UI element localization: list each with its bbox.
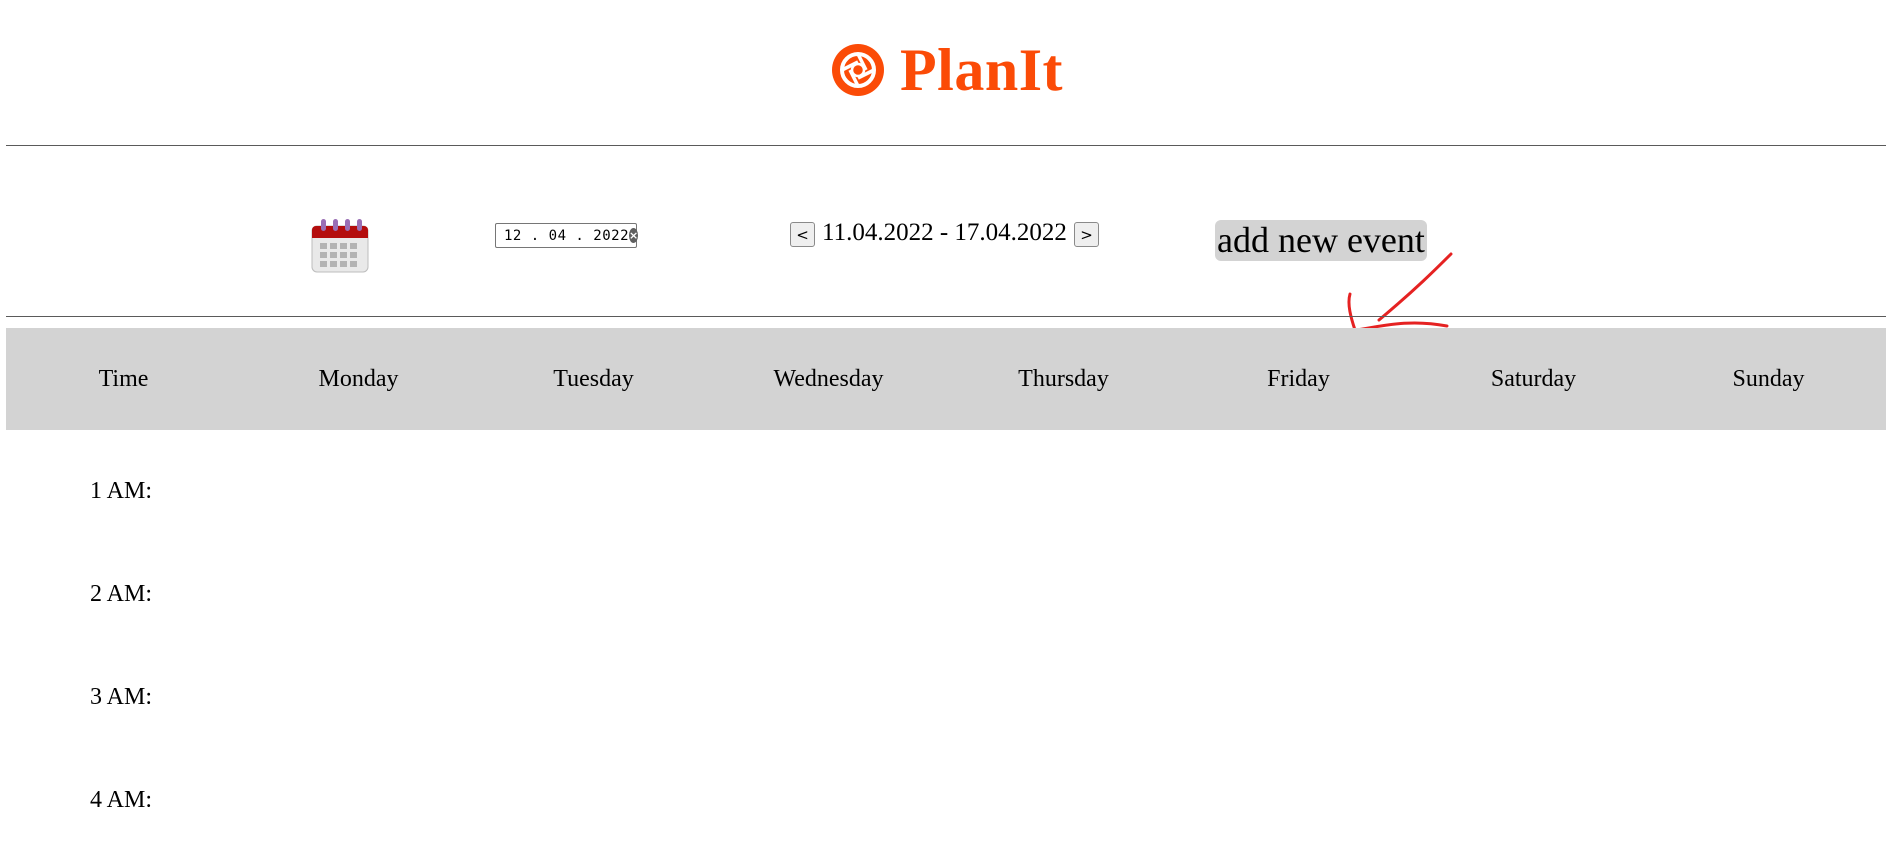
time-row: 4 AM: [6, 739, 1886, 842]
time-label: 1 AM: [90, 478, 153, 504]
time-label: 4 AM: [90, 787, 153, 813]
column-header-friday: Friday [1267, 366, 1330, 392]
column-header-wednesday: Wednesday [773, 366, 884, 392]
calendar-icon[interactable] [310, 216, 370, 274]
app-header: PlanIt [0, 0, 1892, 146]
aperture-icon [832, 44, 884, 96]
schedule-grid: 1 AM: 2 AM: 3 AM: 4 AM: [6, 430, 1886, 842]
prev-week-button[interactable]: < [790, 222, 815, 247]
column-header-saturday: Saturday [1490, 366, 1577, 392]
time-label: 3 AM: [90, 684, 153, 710]
app-title: PlanIt [900, 37, 1064, 103]
time-row: 2 AM: [6, 533, 1886, 636]
toolbar: 12 . 04 . 2022 × < 11.04.2022 - 17.04.20… [0, 146, 1892, 332]
column-header-time: Time [98, 366, 149, 392]
time-label: 2 AM: [90, 581, 153, 607]
date-input[interactable]: 12 . 04 . 2022 × [495, 223, 639, 248]
week-header: Time Monday Tuesday Wednesday Thursday F… [6, 328, 1886, 430]
time-row: 3 AM: [6, 636, 1886, 739]
date-input-value: 12 . 04 . 2022 [504, 227, 630, 244]
column-header-tuesday: Tuesday [553, 366, 634, 392]
column-header-thursday: Thursday [1018, 366, 1109, 392]
column-header-monday: Monday [318, 366, 399, 392]
column-header-sunday: Sunday [1732, 366, 1805, 392]
time-row: 1 AM: [6, 430, 1886, 533]
week-range-label: 11.04.2022 - 17.04.2022 [822, 219, 1067, 246]
clear-icon[interactable]: × [629, 228, 639, 243]
next-week-button[interactable]: > [1074, 222, 1099, 247]
brand: PlanIt [832, 38, 1063, 102]
toolbar-divider [6, 316, 1886, 317]
